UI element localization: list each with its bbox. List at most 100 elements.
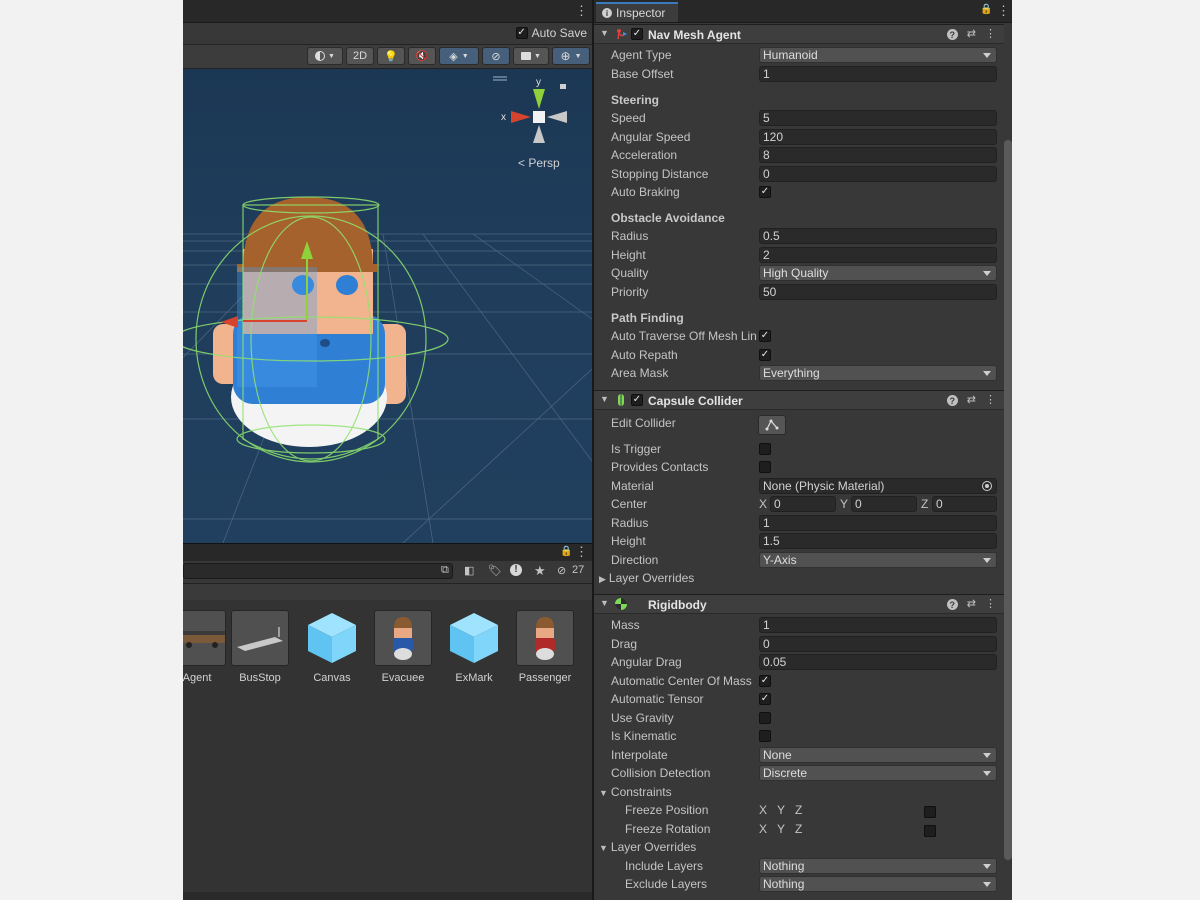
exclude-layers-dropdown[interactable]: Nothing (759, 876, 997, 892)
speed-field[interactable]: 5 (759, 110, 997, 126)
lighting-toggle-button[interactable]: 💡 (377, 47, 405, 65)
auto-save-toggle[interactable]: ✓ Auto Save (515, 26, 587, 40)
area-mask-dropdown[interactable]: Everything (759, 365, 997, 381)
kebab-icon[interactable]: ⋮ (985, 393, 996, 406)
height-field[interactable]: 2 (759, 247, 997, 263)
center-z-field[interactable]: 0 (932, 496, 997, 512)
audio-toggle-button[interactable]: 🔇 (408, 47, 436, 65)
tab-inspector[interactable]: i Inspector (596, 2, 678, 22)
lock-icon[interactable] (560, 84, 566, 89)
effects-toggle-button[interactable]: ◈ ▼ (439, 47, 479, 65)
angular-speed-field[interactable]: 120 (759, 129, 997, 145)
foldout-arrow-icon[interactable]: ▼ (599, 843, 608, 853)
include-layers-dropdown[interactable]: Nothing (759, 858, 997, 874)
auto-traverse-checkbox[interactable]: ✓ (759, 330, 771, 342)
radius-field[interactable]: 0.5 (759, 228, 997, 244)
stopping-distance-field[interactable]: 0 (759, 166, 997, 182)
rigidbody-layer-overrides-row[interactable]: ▼ Layer Overrides (594, 838, 1004, 856)
foldout-arrow-icon[interactable]: ▶ (599, 574, 606, 584)
freeze-position-z-checkbox[interactable] (924, 806, 936, 818)
component-enabled-checkbox[interactable]: ✓ (631, 28, 643, 40)
warning-icon[interactable]: ! (510, 564, 522, 576)
center-x-field[interactable]: 0 (770, 496, 836, 512)
constraints-row[interactable]: ▼ Constraints (594, 783, 1004, 801)
is-trigger-row: Is Trigger (594, 440, 1004, 458)
dropdown-value: Discrete (763, 766, 808, 780)
help-icon[interactable]: ? (946, 599, 958, 610)
lock-icon[interactable]: 🔒 (560, 546, 572, 557)
field-label: Height (611, 534, 646, 548)
auto-com-checkbox[interactable]: ✓ (759, 675, 771, 687)
help-icon[interactable]: ? (946, 395, 958, 406)
asset-item-busstop[interactable]: BusStop (224, 610, 296, 684)
kebab-icon[interactable]: ⋮ (575, 545, 588, 558)
priority-field[interactable]: 50 (759, 284, 997, 300)
agent-type-dropdown[interactable]: Humanoid (759, 47, 997, 63)
preset-icon[interactable]: ⇄ (967, 393, 976, 406)
foldout-arrow-icon[interactable]: ▼ (600, 394, 609, 404)
filter-by-type-icon[interactable]: ◧ (464, 564, 474, 577)
search-by-type-icon[interactable]: ⧉ (441, 564, 449, 577)
mass-field[interactable]: 1 (759, 617, 997, 633)
base-offset-field[interactable]: 1 (759, 66, 997, 82)
drag-field[interactable]: 0 (759, 636, 997, 652)
capsule-collider-header[interactable]: ▼ ✓ Capsule Collider ? ⇄ ⋮ (594, 390, 1004, 410)
center-y-field[interactable]: 0 (851, 496, 917, 512)
camera-settings-button[interactable]: ▼ (513, 47, 549, 65)
auto-tensor-checkbox[interactable]: ✓ (759, 693, 771, 705)
scene-viewport[interactable]: y x < Persp (183, 69, 592, 543)
asset-item-passenger[interactable]: Passenger (509, 610, 581, 684)
direction-dropdown[interactable]: Y-Axis (759, 552, 997, 568)
search-input[interactable] (183, 563, 453, 579)
nav-mesh-agent-header[interactable]: ▼ ✓ Nav Mesh Agent ? ⇄ ⋮ (594, 24, 1004, 44)
angular-drag-field[interactable]: 0.05 (759, 654, 997, 670)
rigidbody-header[interactable]: ▼ Rigidbody ? ⇄ ⋮ (594, 594, 1004, 614)
hidden-packages-icon[interactable]: ⊘ (557, 564, 566, 577)
help-icon[interactable]: ? (946, 29, 958, 40)
use-gravity-checkbox[interactable] (759, 712, 771, 724)
kebab-icon[interactable]: ⋮ (575, 4, 588, 17)
edit-collider-button[interactable] (758, 415, 786, 435)
preset-icon[interactable]: ⇄ (967, 27, 976, 40)
field-label: Freeze Position (625, 803, 709, 817)
gizmos-button[interactable]: ⊕ ▼ (552, 47, 590, 65)
auto-braking-checkbox[interactable]: ✓ (759, 186, 771, 198)
kebab-icon[interactable]: ⋮ (985, 597, 996, 610)
is-kinematic-checkbox[interactable] (759, 730, 771, 742)
preset-icon[interactable]: ⇄ (967, 597, 976, 610)
kebab-icon[interactable]: ⋮ (997, 4, 1010, 17)
freeze-rotation-z-checkbox[interactable] (924, 825, 936, 837)
lock-icon[interactable]: 🔒 (980, 4, 992, 15)
collider-height-field[interactable]: 1.5 (759, 533, 997, 549)
is-trigger-checkbox[interactable] (759, 443, 771, 455)
asset-item-canvas[interactable]: Canvas (296, 610, 368, 684)
foldout-arrow-icon[interactable]: ▼ (600, 28, 609, 38)
foldout-arrow-icon[interactable]: ▼ (599, 788, 608, 798)
asset-item-evacuee[interactable]: Evacuee (367, 610, 439, 684)
asset-item-exmark[interactable]: ExMark (438, 610, 510, 684)
toggle-2d-button[interactable]: 2D (346, 47, 374, 65)
interpolate-dropdown[interactable]: None (759, 747, 997, 763)
inspector-scrollbar[interactable] (1004, 140, 1012, 860)
foldout-arrow-icon[interactable]: ▼ (600, 598, 609, 608)
persp-label[interactable]: < Persp (518, 156, 560, 170)
object-picker-icon[interactable] (982, 481, 992, 491)
field-label: Automatic Tensor (611, 692, 704, 706)
acceleration-field[interactable]: 8 (759, 147, 997, 163)
collider-layer-overrides-row[interactable]: ▶ Layer Overrides (594, 569, 1004, 587)
quality-dropdown[interactable]: High Quality (759, 265, 997, 281)
component-enabled-checkbox[interactable]: ✓ (631, 394, 643, 406)
collision-detection-dropdown[interactable]: Discrete (759, 765, 997, 781)
draw-mode-button[interactable]: ▼ (307, 47, 343, 65)
material-field[interactable]: None (Physic Material) (759, 478, 997, 494)
auto-repath-checkbox[interactable]: ✓ (759, 349, 771, 361)
asset-label: BusStop (239, 672, 281, 684)
label-tag-icon[interactable]: 🏷 (488, 564, 502, 577)
material-row: Material None (Physic Material) (594, 477, 1004, 495)
priority-row: Priority 50 (594, 283, 1004, 301)
scene-visibility-button[interactable]: ⊘ (482, 47, 510, 65)
provides-contacts-checkbox[interactable] (759, 461, 771, 473)
kebab-icon[interactable]: ⋮ (985, 27, 996, 40)
collider-radius-field[interactable]: 1 (759, 515, 997, 531)
favorite-star-icon[interactable]: ★ (534, 563, 546, 579)
